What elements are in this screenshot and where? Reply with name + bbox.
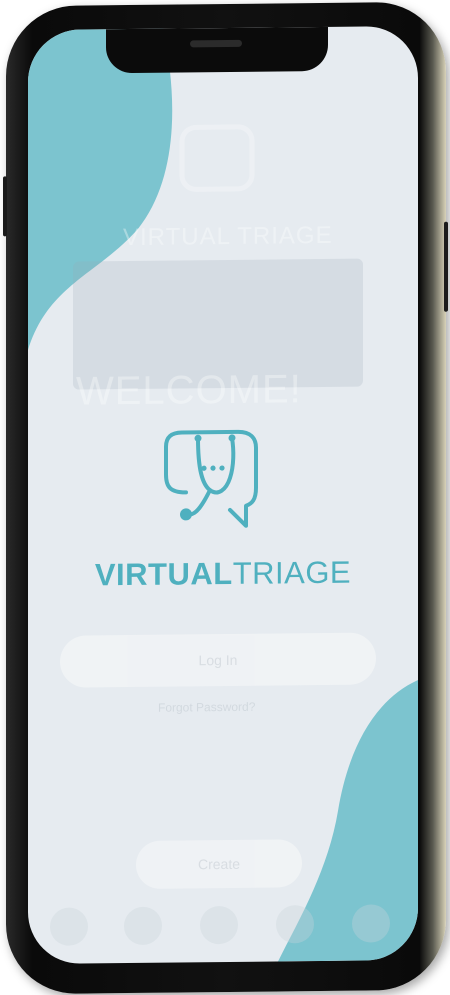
power-button bbox=[444, 221, 448, 312]
brand-name-light: TRIAGE bbox=[232, 554, 352, 591]
volume-button bbox=[3, 176, 7, 237]
forgot-password-link[interactable]: Forgot Password? bbox=[158, 700, 255, 715]
phone-frame: VIRTUAL TRIAGE WELCOME! Log In Forgot Pa… bbox=[3, 1, 448, 995]
login-button[interactable]: Log In bbox=[60, 632, 376, 688]
mail-icon[interactable] bbox=[276, 905, 314, 944]
user-icon[interactable] bbox=[352, 904, 390, 943]
ghost-logo-icon bbox=[179, 124, 255, 192]
phone-screen: VIRTUAL TRIAGE WELCOME! Log In Forgot Pa… bbox=[28, 25, 418, 965]
search-icon[interactable] bbox=[124, 906, 162, 946]
brand-wordmark: VIRTUALTRIAGE bbox=[68, 554, 378, 593]
brand-name-bold: VIRTUAL bbox=[94, 555, 233, 593]
list-icon[interactable] bbox=[200, 905, 238, 945]
phone-notch bbox=[106, 26, 328, 74]
ghost-header-brand: VIRTUAL TRIAGE bbox=[123, 221, 333, 252]
stethoscope-chat-logo-icon bbox=[164, 429, 258, 528]
ghost-welcome-heading: WELCOME! bbox=[76, 367, 302, 414]
create-button[interactable]: Create bbox=[136, 839, 302, 889]
speaker-grille bbox=[190, 39, 242, 48]
home-icon[interactable] bbox=[50, 907, 88, 946]
